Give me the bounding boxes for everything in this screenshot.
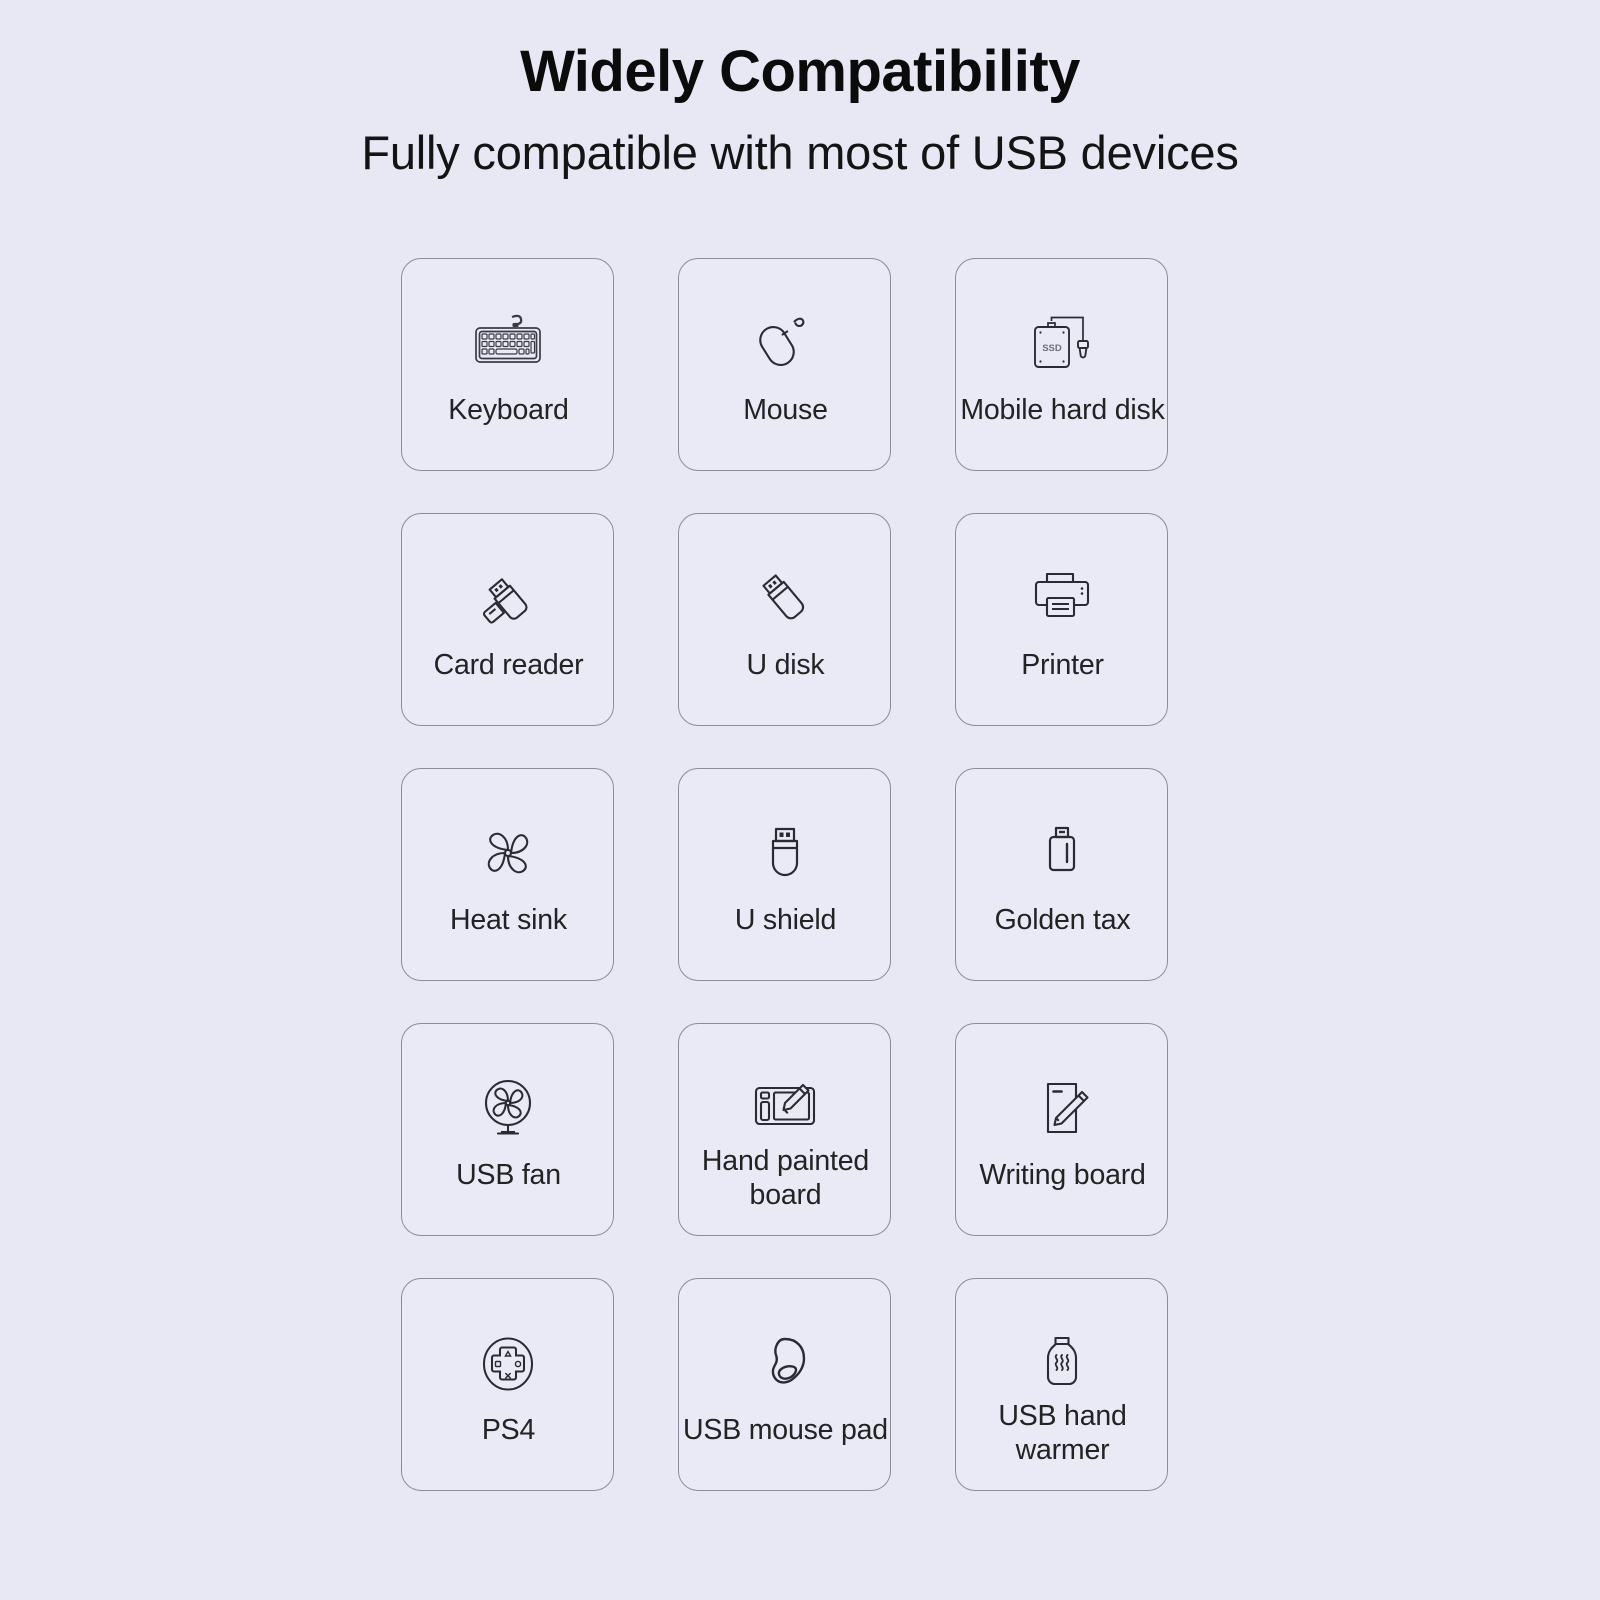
device-card-u-shield[interactable] <box>678 768 891 981</box>
device-cell: Keyboard <box>401 258 616 513</box>
device-row: PS4 USB mouse pad USB hand warmer <box>401 1278 1171 1533</box>
device-cell: Golden tax <box>955 768 1170 1023</box>
device-cell: Mouse <box>678 258 893 513</box>
device-label: Keyboard <box>448 394 569 426</box>
device-card-usb-fan[interactable] <box>401 1023 614 1236</box>
device-label: USB fan <box>456 1159 561 1191</box>
device-row: Heat sink U shield Golden tax <box>401 768 1171 1023</box>
device-cell: Card reader <box>401 513 616 768</box>
device-row: Card reader U disk Printer <box>401 513 1171 768</box>
device-card-usb-mouse-pad[interactable] <box>678 1278 891 1491</box>
device-label: Card reader <box>433 649 584 681</box>
device-label: USB hand warmer <box>998 1400 1127 1466</box>
device-cell: USB hand warmer <box>955 1278 1170 1533</box>
device-card-u-disk[interactable] <box>678 513 891 726</box>
device-cell: Hand painted board <box>678 1023 893 1278</box>
device-card-keyboard[interactable] <box>401 258 614 471</box>
device-label: U disk <box>746 649 825 681</box>
device-cell: PS4 <box>401 1278 616 1533</box>
device-label: Hand painted board <box>701 1145 870 1211</box>
device-cell: U disk <box>678 513 893 768</box>
device-card-golden-tax[interactable] <box>955 768 1168 981</box>
device-label: Mobile hard disk <box>960 394 1165 426</box>
device-cell: Printer <box>955 513 1170 768</box>
page-subtitle: Fully compatible with most of USB device… <box>361 125 1239 179</box>
device-card-ps4[interactable] <box>401 1278 614 1491</box>
device-card-card-reader[interactable] <box>401 513 614 726</box>
page-title: Widely Compatibility <box>520 39 1080 104</box>
device-label: Heat sink <box>449 904 567 936</box>
device-cell: Heat sink <box>401 768 616 1023</box>
device-label: Mouse <box>743 394 828 426</box>
page-header: Widely Compatibility Fully compatible wi… <box>0 0 1600 180</box>
device-label: Writing board <box>979 1159 1146 1191</box>
device-cell: USB fan <box>401 1023 616 1278</box>
device-cell: SSD Mobile hard disk <box>955 258 1170 513</box>
device-cell: Writing board <box>955 1023 1170 1278</box>
device-card-writing-board[interactable] <box>955 1023 1168 1236</box>
device-cell: U shield <box>678 768 893 1023</box>
compatibility-page: Widely Compatibility Fully compatible wi… <box>0 0 1600 1600</box>
device-card-mouse[interactable] <box>678 258 891 471</box>
device-grid: Keyboard Mouse SSD Mobile hard disk Card… <box>401 258 1171 1533</box>
device-cell: USB mouse pad <box>678 1278 893 1533</box>
device-label: U shield <box>734 904 837 936</box>
device-card-heat-sink[interactable] <box>401 768 614 981</box>
device-label: USB mouse pad <box>683 1414 888 1446</box>
device-card-printer[interactable] <box>955 513 1168 726</box>
device-row: USB fan Hand painted board Writing board <box>401 1023 1171 1278</box>
device-row: Keyboard Mouse SSD Mobile hard disk <box>401 258 1171 513</box>
device-card-mobile-hard-disk[interactable] <box>955 258 1168 471</box>
device-label: PS4 <box>481 1414 536 1446</box>
device-label: Printer <box>1021 649 1104 681</box>
device-label: Golden tax <box>994 904 1131 936</box>
